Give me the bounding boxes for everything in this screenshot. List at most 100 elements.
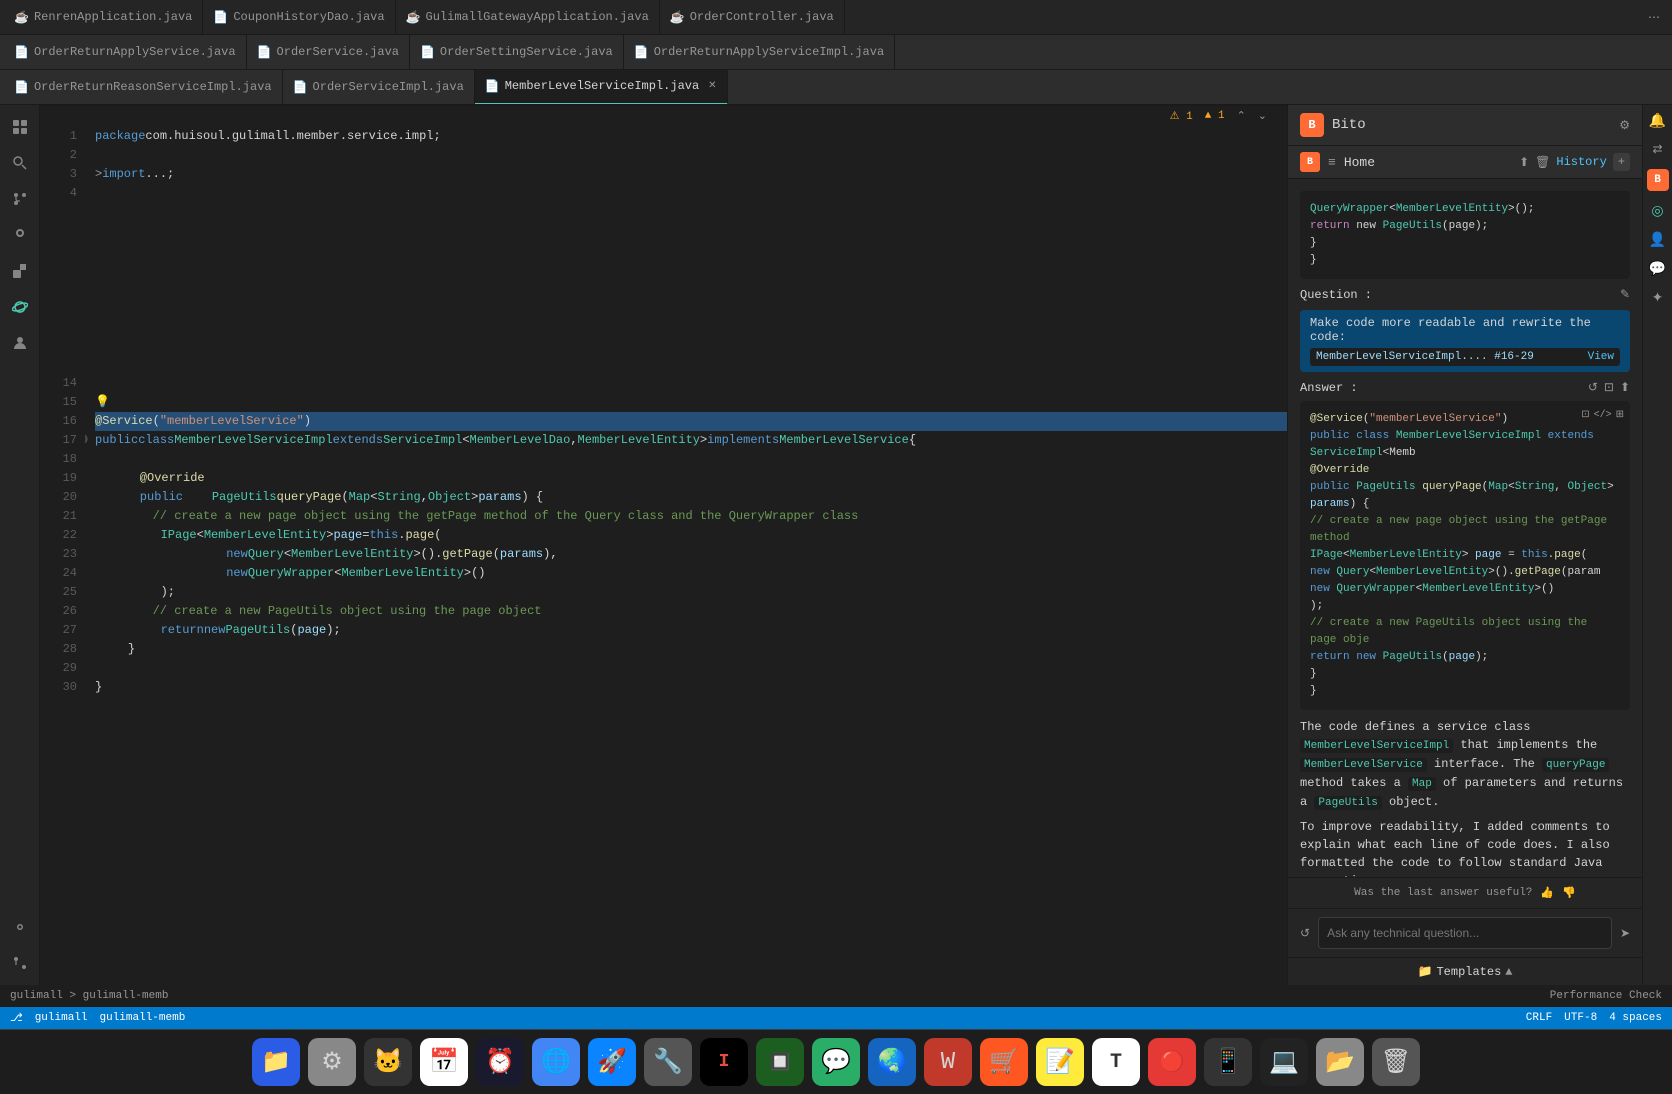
sidebar-left bbox=[0, 105, 40, 985]
share-answer-icon[interactable]: ⬆ bbox=[1620, 380, 1630, 395]
tab-more-button[interactable]: ⋯ bbox=[1640, 10, 1668, 25]
tab-order-return-reason-impl[interactable]: 📄 OrderReturnReasonServiceImpl.java bbox=[4, 70, 283, 105]
question-label: Question : bbox=[1300, 288, 1372, 302]
tab-order-return-apply-service[interactable]: 📄 OrderReturnApplyService.java bbox=[4, 35, 247, 70]
dock-gitcola[interactable]: 🐱 bbox=[364, 1038, 412, 1086]
share-icon[interactable]: ⬆ bbox=[1519, 155, 1529, 170]
tab-member-level-impl[interactable]: 📄 MemberLevelServiceImpl.java ✕ bbox=[475, 70, 728, 105]
indent[interactable]: 4 spaces bbox=[1609, 1012, 1662, 1024]
line-ending[interactable]: CRLF bbox=[1526, 1012, 1552, 1024]
copy-icon[interactable]: ⊡ bbox=[1604, 380, 1614, 395]
sidebar-explorer-icon[interactable] bbox=[6, 113, 34, 141]
thumbs-down-icon[interactable]: 👎 bbox=[1562, 886, 1576, 900]
sidebar-person-icon[interactable] bbox=[6, 329, 34, 357]
performance-check-label[interactable]: Performance Check bbox=[1550, 990, 1662, 1002]
trash-icon[interactable]: 🗑 bbox=[1535, 155, 1550, 170]
tab-order-service-impl[interactable]: 📄 OrderServiceImpl.java bbox=[283, 70, 475, 105]
tab-icon: 📄 bbox=[213, 10, 228, 25]
copy-code-icon[interactable]: ⊡ bbox=[1581, 407, 1589, 424]
undo-icon[interactable]: ↺ bbox=[1300, 926, 1310, 941]
dock-browser[interactable]: 🌐 bbox=[532, 1038, 580, 1086]
home-icon-button[interactable]: B bbox=[1300, 152, 1320, 172]
tab-gateway[interactable]: ☕ GulimallGatewayApplication.java bbox=[396, 0, 660, 35]
thumbs-up-icon[interactable]: 👍 bbox=[1540, 886, 1554, 900]
answer-label: Answer : bbox=[1300, 381, 1358, 395]
dock: 📁 ⚙ 🐱 📅 ⏰ 🌐 🚀 🔧 I 🔲 💬 🌏 W 🛒 📝 T 🔴 📱 💻 📂 … bbox=[0, 1029, 1672, 1094]
dock-rocket[interactable]: 🚀 bbox=[588, 1038, 636, 1086]
home-label: Home bbox=[1344, 155, 1375, 170]
sidebar-branch-icon[interactable] bbox=[6, 949, 34, 977]
sidebar-git-icon[interactable] bbox=[6, 185, 34, 213]
view-button[interactable]: View bbox=[1588, 351, 1614, 363]
dock-taobao[interactable]: 🛒 bbox=[980, 1038, 1028, 1086]
sidebar-settings-icon[interactable] bbox=[6, 913, 34, 941]
templates-chevron-up-icon[interactable]: ▲ bbox=[1505, 965, 1512, 979]
answer-code-block: ⊡ </> ⊞ @Service("memberLevelService") p… bbox=[1300, 401, 1630, 710]
tab-renren[interactable]: ☕ RenrenApplication.java bbox=[4, 0, 203, 35]
refresh-icon[interactable]: ↺ bbox=[1588, 380, 1598, 395]
code-line-16: @Service("memberLevelService") bbox=[95, 412, 1287, 431]
dock-calendar[interactable]: 📅 bbox=[420, 1038, 468, 1086]
bito-side-icon[interactable]: B bbox=[1647, 169, 1669, 191]
dock-textedit[interactable]: T bbox=[1092, 1038, 1140, 1086]
chat-icon[interactable]: 💬 bbox=[1649, 261, 1666, 278]
question-section: Question : ✎ bbox=[1300, 287, 1630, 302]
sidebar-extensions-icon[interactable] bbox=[6, 257, 34, 285]
dock-wps[interactable]: W bbox=[924, 1038, 972, 1086]
tab-coupon[interactable]: 📄 CouponHistoryDao.java bbox=[203, 0, 395, 35]
expand-icon[interactable]: ⌄ bbox=[1258, 109, 1267, 123]
tab-icon: 📄 bbox=[293, 80, 308, 95]
dock-android[interactable]: 📱 bbox=[1204, 1038, 1252, 1086]
collapse-icon[interactable]: ⌃ bbox=[1237, 109, 1246, 123]
code-line-12 bbox=[95, 336, 1287, 355]
dock-trash[interactable]: 🗑 bbox=[1372, 1038, 1420, 1086]
code-line-26: // create a new PageUtils object using t… bbox=[95, 602, 1287, 621]
tab-order-setting-service[interactable]: 📄 OrderSettingService.java bbox=[410, 35, 624, 70]
dock-system-prefs[interactable]: ⚙ bbox=[308, 1038, 356, 1086]
dock-folder2[interactable]: 📂 bbox=[1316, 1038, 1364, 1086]
person-circle-icon[interactable]: 👤 bbox=[1649, 232, 1666, 249]
sidebar-debug-icon[interactable] bbox=[6, 221, 34, 249]
send-icon[interactable]: ➤ bbox=[1620, 926, 1630, 941]
dock-finder[interactable]: 📁 bbox=[252, 1038, 300, 1086]
bell-icon[interactable]: 🔔 bbox=[1649, 113, 1666, 130]
expand-code-icon[interactable]: ⊞ bbox=[1616, 407, 1624, 424]
home-divider-icon: ≡ bbox=[1328, 155, 1336, 170]
dock-earth[interactable]: 🌏 bbox=[868, 1038, 916, 1086]
dock-datagrip[interactable]: 🔲 bbox=[756, 1038, 804, 1086]
tab-order-service[interactable]: 📄 OrderService.java bbox=[247, 35, 410, 70]
bito-input[interactable] bbox=[1318, 917, 1612, 949]
dock-laptop[interactable]: 💻 bbox=[1260, 1038, 1308, 1086]
remote-icon[interactable]: ⇄ bbox=[1652, 142, 1662, 157]
tab-order-controller[interactable]: ☕ OrderController.java bbox=[660, 0, 845, 35]
code-icon[interactable]: </> bbox=[1594, 407, 1612, 424]
code-line-5 bbox=[95, 203, 1287, 222]
tab-close-icon[interactable]: ✕ bbox=[708, 80, 716, 92]
encoding[interactable]: UTF-8 bbox=[1564, 1012, 1597, 1024]
tab-order-return-apply-impl[interactable]: 📄 OrderReturnApplyServiceImpl.java bbox=[624, 35, 895, 70]
dock-tool[interactable]: 🔧 bbox=[644, 1038, 692, 1086]
bito-settings-icon[interactable]: ⚙ bbox=[1619, 118, 1630, 133]
file-ref: MemberLevelServiceImpl.... #16-29 View bbox=[1310, 348, 1620, 366]
dock-notes[interactable]: 📝 bbox=[1036, 1038, 1084, 1086]
sidebar-planet-icon[interactable] bbox=[6, 293, 34, 321]
star-icon[interactable]: ✦ bbox=[1652, 290, 1664, 307]
question-box: Make code more readable and rewrite the … bbox=[1300, 310, 1630, 372]
dock-intellij[interactable]: I bbox=[700, 1038, 748, 1086]
tab-bar-top: ☕ RenrenApplication.java 📄 CouponHistory… bbox=[0, 0, 1672, 35]
templates-label[interactable]: Templates bbox=[1436, 965, 1501, 979]
tab-icon: 📄 bbox=[420, 45, 435, 60]
code-line-14 bbox=[95, 374, 1287, 393]
circle-icon[interactable]: ◎ bbox=[1651, 203, 1663, 220]
dock-clock[interactable]: ⏰ bbox=[476, 1038, 524, 1086]
add-icon[interactable]: + bbox=[1613, 153, 1630, 171]
dock-wechat[interactable]: 💬 bbox=[812, 1038, 860, 1086]
bito-header: B Bito ⚙ bbox=[1288, 105, 1642, 146]
tab-icon: ☕ bbox=[14, 10, 29, 25]
code-container: 1 2 3 4 14 15 16 17 18 19 20 21 bbox=[40, 125, 1287, 985]
history-label[interactable]: History bbox=[1556, 155, 1606, 169]
dock-red-app[interactable]: 🔴 bbox=[1148, 1038, 1196, 1086]
sidebar-search-icon[interactable] bbox=[6, 149, 34, 177]
answer-section: Answer : ↺ ⊡ ⬆ ⊡ </> ⊞ @Service("memberL… bbox=[1300, 380, 1630, 877]
edit-icon[interactable]: ✎ bbox=[1620, 287, 1630, 302]
